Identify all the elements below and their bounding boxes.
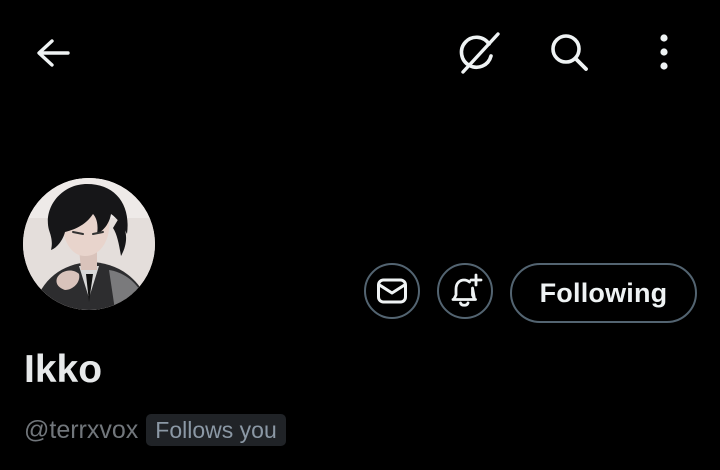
handle-row: @terrxvox Follows you [24, 412, 286, 448]
username-handle: @terrxvox [24, 416, 139, 444]
follows-you-badge: Follows you [146, 414, 286, 446]
avatar-image [23, 178, 155, 310]
mail-icon [377, 278, 407, 304]
bell-plus-icon [451, 273, 483, 307]
grok-button[interactable] [452, 26, 506, 78]
search-icon [551, 34, 588, 71]
search-button[interactable] [542, 26, 596, 78]
following-button[interactable]: Following [510, 263, 697, 323]
display-name: Ikko [24, 348, 103, 391]
arrow-left-icon [37, 39, 70, 67]
grok-icon [459, 32, 500, 74]
notifications-button[interactable] [437, 263, 493, 319]
avatar[interactable] [23, 178, 155, 310]
message-button[interactable] [364, 263, 420, 319]
more-vertical-icon [660, 34, 668, 70]
more-options-button[interactable] [640, 26, 688, 78]
back-button[interactable] [28, 30, 78, 76]
